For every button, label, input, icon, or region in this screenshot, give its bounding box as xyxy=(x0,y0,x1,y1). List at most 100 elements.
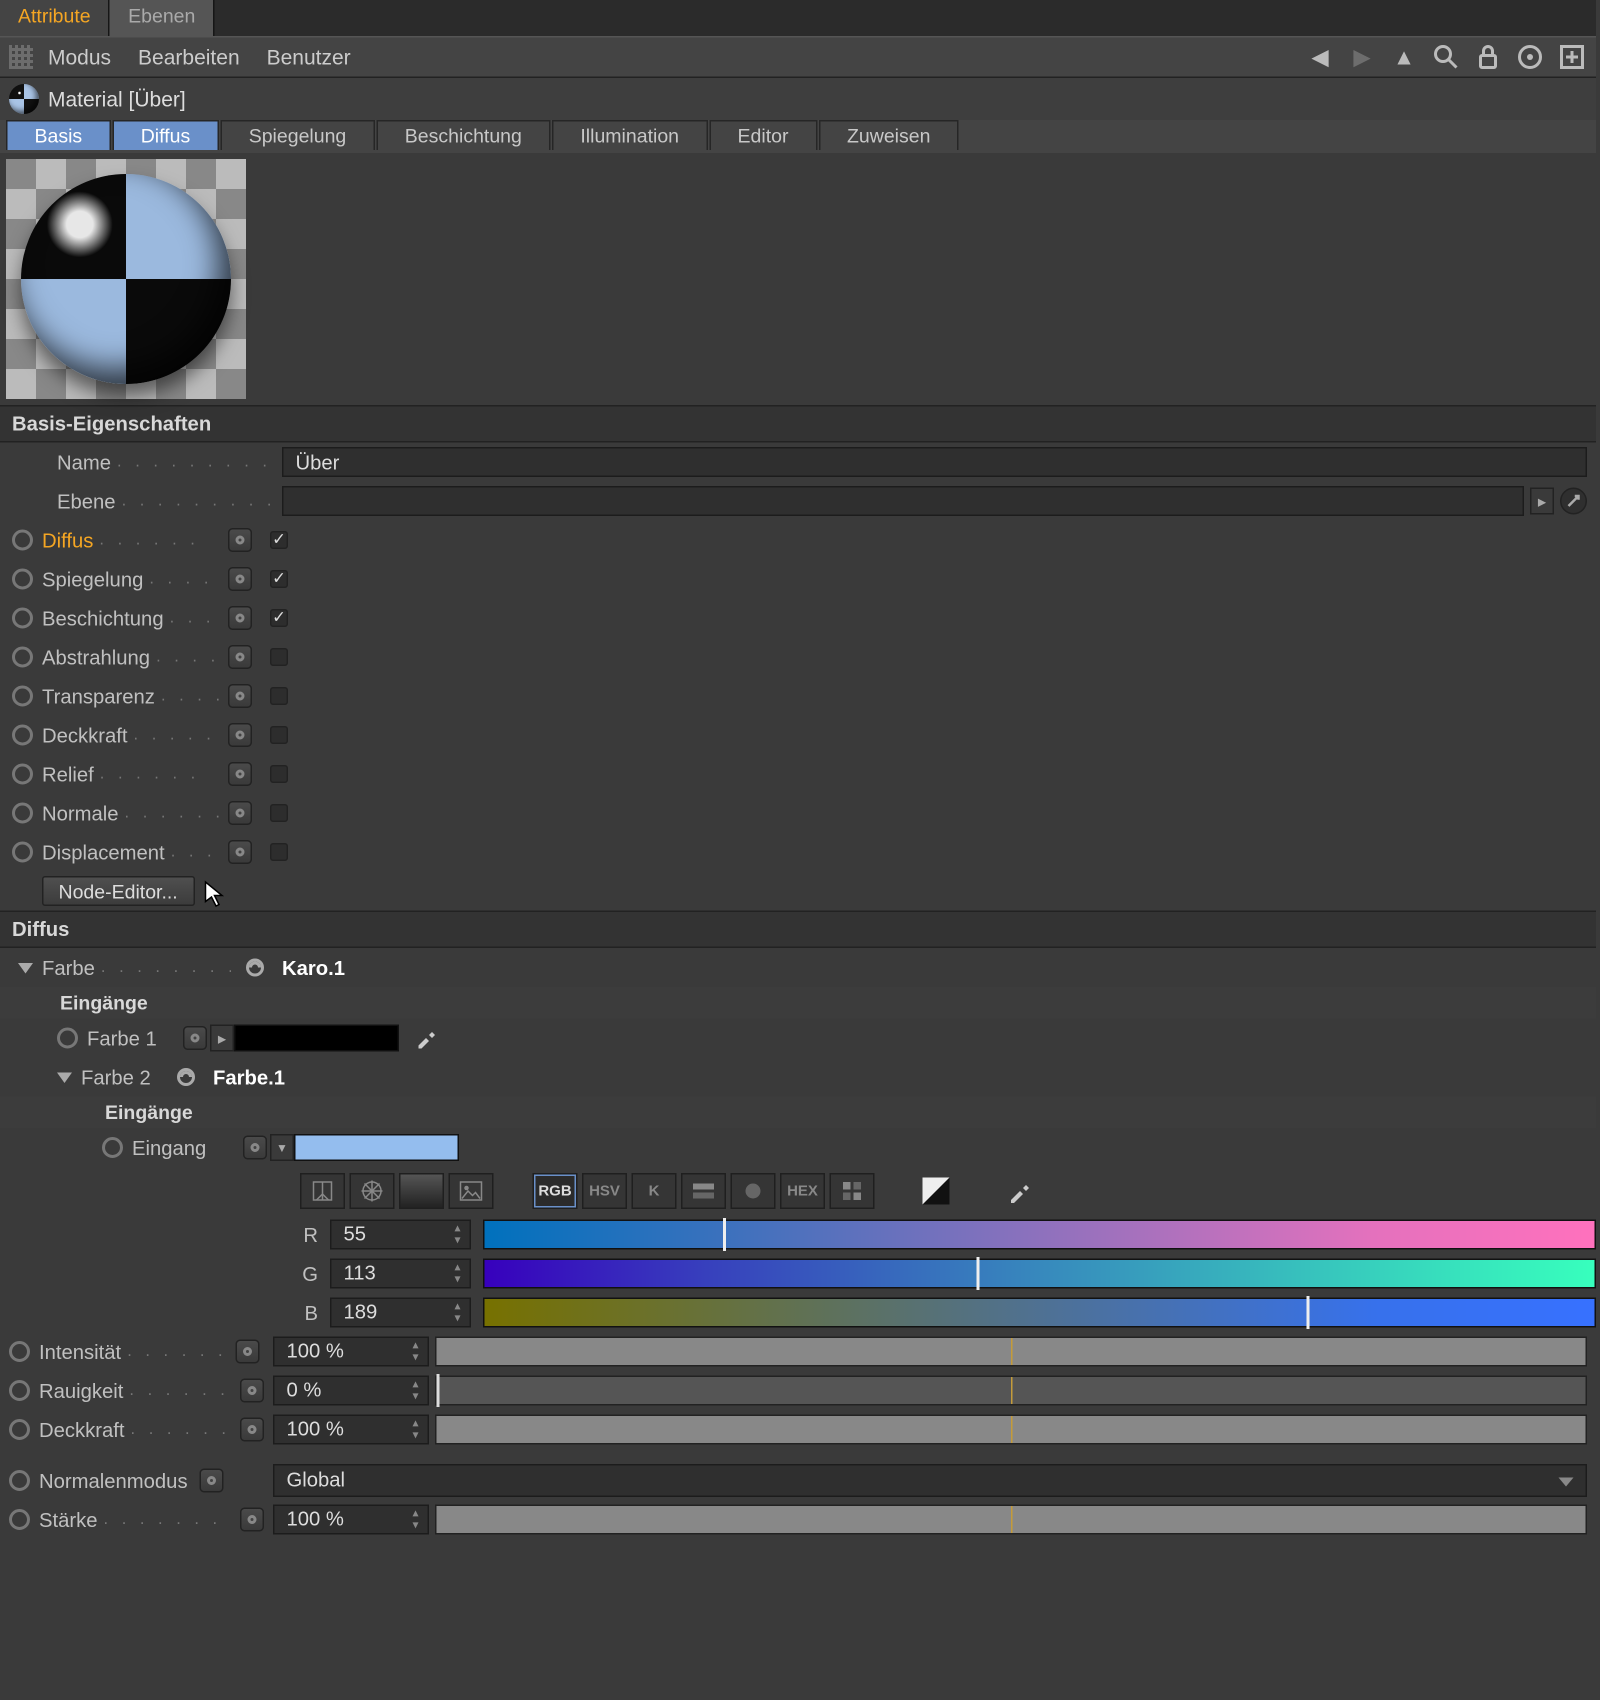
disclosure-farbe[interactable] xyxy=(18,962,33,973)
key-button[interactable] xyxy=(228,723,252,747)
anim-ring[interactable] xyxy=(12,842,33,863)
link-icon[interactable] xyxy=(174,1065,198,1089)
anim-ring[interactable] xyxy=(12,569,33,590)
key-button[interactable] xyxy=(228,684,252,708)
eingang-swatch[interactable] xyxy=(294,1134,459,1161)
channel-checkbox[interactable] xyxy=(270,570,288,588)
staerke-input[interactable]: 100 %▴▾ xyxy=(273,1505,429,1535)
tab-attribute[interactable]: Attribute xyxy=(0,0,110,36)
swatch-menu-icon[interactable]: ▼ xyxy=(270,1134,294,1161)
farbe2-link-name[interactable]: Farbe.1 xyxy=(213,1066,285,1089)
mode-picker-icon[interactable] xyxy=(998,1173,1043,1209)
name-input[interactable] xyxy=(282,447,1587,477)
history-back-icon[interactable]: ◀ xyxy=(1305,42,1335,72)
channel-checkbox[interactable] xyxy=(270,531,288,549)
anim-ring[interactable] xyxy=(9,1509,30,1530)
panel-menu-icon[interactable] xyxy=(9,45,33,69)
g-slider[interactable] xyxy=(483,1259,1596,1289)
channel-checkbox[interactable] xyxy=(270,765,288,783)
menu-mode[interactable]: Modus xyxy=(48,45,111,69)
mode-swatch-icon[interactable] xyxy=(731,1173,776,1209)
lock-icon[interactable] xyxy=(1473,42,1503,72)
anim-ring[interactable] xyxy=(12,725,33,746)
key-button[interactable] xyxy=(200,1469,224,1493)
mode-wheel-icon[interactable] xyxy=(350,1173,395,1209)
intensitaet-input[interactable]: 100 %▴▾ xyxy=(273,1337,429,1367)
anim-ring[interactable] xyxy=(12,608,33,629)
channel-checkbox[interactable] xyxy=(270,648,288,666)
key-button[interactable] xyxy=(228,606,252,630)
key-button[interactable] xyxy=(228,528,252,552)
chtab-beschichtung[interactable]: Beschichtung xyxy=(376,120,550,150)
key-button[interactable] xyxy=(228,840,252,864)
new-panel-icon[interactable] xyxy=(1557,42,1587,72)
chtab-diffus[interactable]: Diffus xyxy=(112,120,219,150)
farbe1-swatch[interactable] xyxy=(234,1025,399,1052)
anim-ring[interactable] xyxy=(102,1137,123,1158)
channel-checkbox[interactable] xyxy=(270,726,288,744)
mode-mixer-icon[interactable] xyxy=(681,1173,726,1209)
r-slider[interactable] xyxy=(483,1220,1596,1250)
mode-grid-icon[interactable] xyxy=(830,1173,875,1209)
mode-brightness-icon[interactable] xyxy=(300,1173,345,1209)
anim-ring[interactable] xyxy=(9,1341,30,1362)
mode-spectrum-icon[interactable] xyxy=(399,1173,444,1209)
key-button[interactable] xyxy=(240,1379,264,1403)
anim-ring[interactable] xyxy=(9,1470,30,1491)
b-input[interactable]: 189▴▾ xyxy=(330,1298,471,1328)
ebene-pick-icon[interactable] xyxy=(1560,488,1587,515)
history-fwd-icon[interactable]: ▶ xyxy=(1347,42,1377,72)
r-input[interactable]: 55▴▾ xyxy=(330,1220,471,1250)
key-button[interactable] xyxy=(183,1026,207,1050)
mode-hsv-button[interactable]: HSV xyxy=(582,1173,627,1209)
b-slider[interactable] xyxy=(483,1298,1596,1328)
anim-ring[interactable] xyxy=(9,1380,30,1401)
mode-rgb-button[interactable]: RGB xyxy=(533,1173,578,1209)
ebene-dropdown-icon[interactable]: ▸ xyxy=(1530,488,1554,515)
menu-edit[interactable]: Bearbeiten xyxy=(138,45,240,69)
rauigkeit-input[interactable]: 0 %▴▾ xyxy=(273,1376,429,1406)
key-button[interactable] xyxy=(240,1508,264,1532)
anim-ring[interactable] xyxy=(12,530,33,551)
menu-user[interactable]: Benutzer xyxy=(267,45,351,69)
key-button[interactable] xyxy=(228,801,252,825)
chtab-editor[interactable]: Editor xyxy=(709,120,817,150)
chtab-spiegelung[interactable]: Spiegelung xyxy=(220,120,375,150)
deckkraft-slider[interactable] xyxy=(435,1415,1587,1445)
chtab-illumination[interactable]: Illumination xyxy=(552,120,708,150)
anim-ring[interactable] xyxy=(12,803,33,824)
ebene-input[interactable] xyxy=(282,486,1524,516)
expand-swatch-icon[interactable]: ▸ xyxy=(210,1025,234,1052)
node-editor-button[interactable]: Node-Editor... xyxy=(42,876,194,906)
rauigkeit-slider[interactable] xyxy=(435,1376,1587,1406)
anim-ring[interactable] xyxy=(9,1419,30,1440)
anim-ring[interactable] xyxy=(12,647,33,668)
target-icon[interactable] xyxy=(1515,42,1545,72)
key-button[interactable] xyxy=(228,567,252,591)
intensitaet-slider[interactable] xyxy=(435,1337,1587,1367)
g-input[interactable]: 113▴▾ xyxy=(330,1259,471,1289)
key-button[interactable] xyxy=(243,1136,267,1160)
up-nav-icon[interactable]: ▲ xyxy=(1389,42,1419,72)
anim-ring[interactable] xyxy=(57,1028,78,1049)
mode-image-icon[interactable] xyxy=(449,1173,494,1209)
search-icon[interactable] xyxy=(1431,42,1461,72)
channel-checkbox[interactable] xyxy=(270,687,288,705)
key-button[interactable] xyxy=(228,645,252,669)
mode-contrast-icon[interactable] xyxy=(914,1173,959,1209)
mode-kelvin-button[interactable]: K xyxy=(632,1173,677,1209)
key-button[interactable] xyxy=(228,762,252,786)
eyedropper-icon[interactable] xyxy=(414,1026,432,1050)
chtab-basis[interactable]: Basis xyxy=(6,120,111,150)
farbe-link-name[interactable]: Karo.1 xyxy=(282,956,345,979)
channel-checkbox[interactable] xyxy=(270,609,288,627)
mode-hex-button[interactable]: HEX xyxy=(780,1173,825,1209)
normalenmodus-dropdown[interactable]: Global xyxy=(273,1464,1587,1497)
channel-checkbox[interactable] xyxy=(270,843,288,861)
staerke-slider[interactable] xyxy=(435,1505,1587,1535)
channel-checkbox[interactable] xyxy=(270,804,288,822)
deckkraft-input[interactable]: 100 %▴▾ xyxy=(273,1415,429,1445)
tab-layers[interactable]: Ebenen xyxy=(110,0,215,36)
link-icon[interactable] xyxy=(243,956,267,980)
key-button[interactable] xyxy=(236,1340,260,1364)
